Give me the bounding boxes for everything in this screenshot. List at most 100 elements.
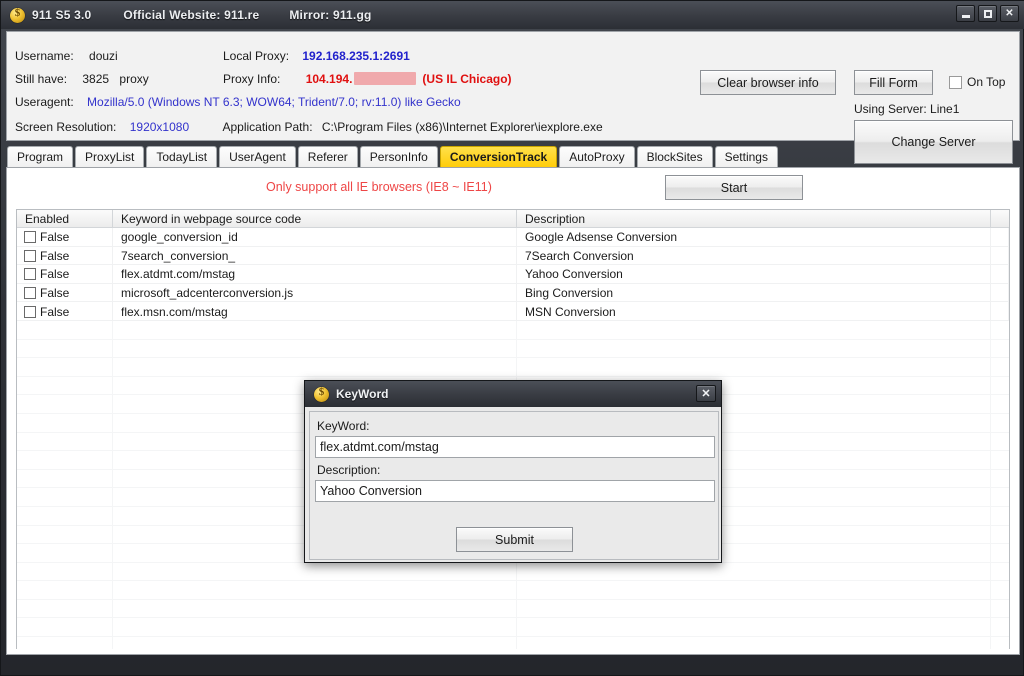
- cell-keyword[interactable]: microsoft_adcenterconversion.js: [113, 283, 517, 303]
- keyword-input[interactable]: flex.atdmt.com/mstag: [315, 436, 715, 458]
- proxy-info-prefix: 104.194.: [305, 72, 353, 86]
- tab-proxylist[interactable]: ProxyList: [75, 146, 145, 167]
- empty-cell: [17, 395, 113, 414]
- still-have-row: Still have: 3825 proxy: [15, 72, 149, 86]
- empty-cell: [517, 358, 991, 377]
- table-empty-row: [17, 358, 1009, 377]
- empty-cell: [991, 526, 1009, 545]
- description-input[interactable]: Yahoo Conversion: [315, 480, 715, 502]
- checkbox-icon[interactable]: [24, 305, 36, 318]
- tab-referer[interactable]: Referer: [297, 146, 358, 167]
- empty-cell: [991, 544, 1009, 563]
- local-proxy-value: 192.168.235.1:2691: [302, 49, 410, 63]
- tab-bar: Program ProxyList TodayList UserAgent Re…: [7, 146, 780, 167]
- empty-cell: [17, 432, 113, 452]
- local-proxy-row: Local Proxy: 192.168.235.1:2691: [223, 49, 410, 63]
- submit-button[interactable]: Submit: [456, 527, 573, 552]
- cell-extra: [991, 283, 1009, 303]
- column-header-enabled[interactable]: Enabled: [17, 210, 113, 228]
- tab-label: ConversionTrack: [449, 150, 548, 164]
- cell-keyword[interactable]: flex.msn.com/mstag: [113, 302, 517, 321]
- column-header-keyword[interactable]: Keyword in webpage source code: [113, 210, 517, 228]
- empty-cell: [17, 488, 113, 507]
- cell-description[interactable]: MSN Conversion: [517, 302, 991, 321]
- dollar-coin-icon: [10, 7, 25, 23]
- empty-cell: [991, 637, 1009, 649]
- column-header-description[interactable]: Description: [517, 210, 991, 228]
- empty-cell: [113, 581, 517, 600]
- tab-todaylist[interactable]: TodayList: [146, 146, 218, 167]
- dollar-coin-icon: [314, 386, 329, 402]
- tab-settings[interactable]: Settings: [714, 146, 778, 167]
- clear-browser-info-button[interactable]: Clear browser info: [700, 70, 836, 95]
- redaction-block: [354, 72, 417, 85]
- empty-cell: [17, 506, 113, 526]
- change-server-label: Change Server: [891, 135, 976, 149]
- cell-description[interactable]: 7Search Conversion: [517, 246, 991, 266]
- username-row: Username: douzi: [15, 49, 118, 63]
- table-row[interactable]: False microsoft_adcenterconversion.js Bing…: [17, 283, 1009, 303]
- minimize-icon[interactable]: [956, 5, 975, 22]
- dialog-close-label: ✕: [701, 388, 711, 400]
- empty-cell: [17, 581, 113, 600]
- username-label: Username:: [15, 49, 74, 63]
- cell-enabled-label: False: [40, 248, 70, 263]
- cell-description[interactable]: Bing Conversion: [517, 283, 991, 303]
- fill-form-button[interactable]: Fill Form: [854, 70, 933, 95]
- column-header-extra[interactable]: [991, 210, 1009, 228]
- tab-label: Settings: [724, 150, 768, 164]
- keyword-field-label: KeyWord:: [317, 419, 370, 433]
- using-server-status: Using Server: Line1: [854, 102, 960, 116]
- cell-description[interactable]: Yahoo Conversion: [517, 265, 991, 284]
- maximize-icon[interactable]: [978, 5, 997, 22]
- empty-cell: [991, 600, 1009, 619]
- cell-description[interactable]: Google Adsense Conversion: [517, 228, 991, 247]
- tab-personinfo[interactable]: PersonInfo: [359, 146, 438, 167]
- cell-enabled[interactable]: False: [17, 228, 113, 247]
- tab-conversiontrack[interactable]: ConversionTrack: [439, 146, 558, 167]
- table-row[interactable]: False 7search_conversion_ 7Search Conversi…: [17, 246, 1009, 266]
- tab-blocksites[interactable]: BlockSites: [636, 146, 713, 167]
- title-bar: 911 S5 3.0 Official Website: 911.re Mirr…: [1, 1, 1024, 29]
- cell-enabled[interactable]: False: [17, 302, 113, 321]
- empty-cell: [17, 525, 113, 545]
- still-have-unit: proxy: [119, 72, 149, 86]
- cell-enabled[interactable]: False: [17, 265, 113, 284]
- cell-enabled[interactable]: False: [17, 246, 113, 266]
- on-top-checkbox[interactable]: On Top: [949, 75, 1005, 89]
- table-row[interactable]: False flex.atdmt.com/mstag Yahoo Conversio…: [17, 265, 1009, 284]
- tab-program[interactable]: Program: [7, 146, 74, 167]
- change-server-button[interactable]: Change Server: [854, 120, 1013, 164]
- cell-keyword[interactable]: flex.atdmt.com/mstag: [113, 265, 517, 284]
- close-icon[interactable]: ✕: [1000, 5, 1019, 22]
- table-empty-row: [17, 562, 1009, 582]
- cell-enabled[interactable]: False: [17, 283, 113, 303]
- checkbox-icon[interactable]: [24, 287, 36, 300]
- tab-autoproxy[interactable]: AutoProxy: [559, 146, 635, 167]
- table-empty-row: [17, 581, 1009, 600]
- proxy-info-row: Proxy Info: 104.194. (US IL Chicago): [223, 72, 512, 86]
- checkbox-icon[interactable]: [24, 249, 36, 262]
- empty-cell: [113, 562, 517, 582]
- checkbox-icon[interactable]: [24, 231, 36, 244]
- checkbox-icon[interactable]: [24, 268, 36, 281]
- empty-cell: [517, 581, 991, 600]
- empty-cell: [517, 562, 991, 582]
- table-row[interactable]: False google_conversion_id Google Adsense …: [17, 228, 1009, 247]
- cell-extra: [991, 302, 1009, 321]
- table-row[interactable]: False flex.msn.com/mstag MSN Conversion: [17, 302, 1009, 321]
- empty-cell: [17, 562, 113, 582]
- checkbox-icon[interactable]: [949, 75, 962, 89]
- screen-resolution-row: Screen Resolution: 1920x1080 Application…: [15, 120, 603, 134]
- start-button[interactable]: Start: [665, 175, 803, 200]
- cell-keyword[interactable]: 7search_conversion_: [113, 246, 517, 266]
- empty-cell: [113, 637, 517, 649]
- cell-keyword[interactable]: google_conversion_id: [113, 228, 517, 247]
- empty-cell: [113, 618, 517, 638]
- on-top-label: On Top: [967, 75, 1006, 89]
- info-panel: Username: douzi Still have: 3825 proxy U…: [6, 31, 1020, 164]
- dialog-close-icon[interactable]: ✕: [696, 385, 716, 402]
- useragent-value: Mozilla/5.0 (Windows NT 6.3; WOW64; Trid…: [87, 95, 461, 109]
- tab-useragent[interactable]: UserAgent: [219, 146, 296, 167]
- empty-cell: [113, 358, 517, 377]
